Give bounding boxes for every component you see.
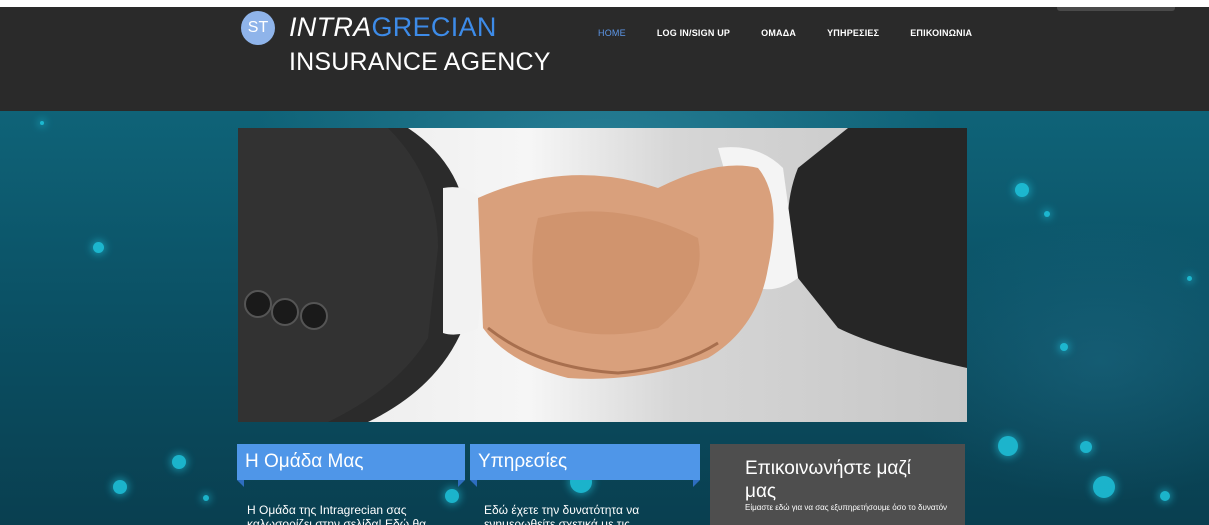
header-top-tab bbox=[1057, 7, 1175, 11]
bokeh-dot bbox=[203, 495, 209, 501]
nav-login-signup[interactable]: LOG IN/SIGN UP bbox=[657, 28, 730, 38]
nav-team[interactable]: ΟΜΑΔΑ bbox=[761, 28, 796, 38]
brand-subtitle: INSURANCE AGENCY bbox=[289, 48, 551, 76]
bokeh-dot bbox=[93, 242, 104, 253]
bokeh-dot bbox=[998, 436, 1018, 456]
card-team-text-line1: Η Ομάδα της Intragrecian σας bbox=[247, 503, 407, 517]
contact-subtitle: Είμαστε εδώ για να σας εξυπηρετήσουμε όσ… bbox=[745, 503, 948, 512]
card-services-text-line1: Εδώ έχετε την δυνατότητα να bbox=[484, 503, 640, 517]
handshake-illustration bbox=[238, 128, 967, 422]
card-team-text-line2: καλωσορίζει στην σελίδα! Εδώ θα bbox=[247, 517, 427, 525]
card-services-fold-right bbox=[693, 480, 700, 487]
card-services-title[interactable]: Υπηρεσίες bbox=[470, 444, 700, 480]
card-services-text-line2: ενημερωθείτε σχετικά με τις bbox=[484, 517, 630, 525]
bokeh-dot bbox=[172, 455, 186, 469]
nav-home[interactable]: HOME bbox=[598, 28, 626, 38]
bokeh-dot bbox=[1080, 441, 1092, 453]
bokeh-dot bbox=[445, 489, 459, 503]
brand-emphasis: INTRA bbox=[289, 12, 372, 42]
brand-rest: GRECIAN bbox=[371, 12, 497, 42]
bokeh-dot bbox=[1187, 276, 1192, 281]
site-header bbox=[0, 0, 1209, 111]
bokeh-dot bbox=[40, 121, 44, 125]
logo-badge[interactable]: ST bbox=[241, 11, 275, 45]
bokeh-dot bbox=[1160, 491, 1170, 501]
bokeh-dot bbox=[1015, 183, 1029, 197]
nav-services[interactable]: ΥΠΗΡΕΣΙΕΣ bbox=[827, 28, 879, 38]
hero-handshake-image bbox=[238, 128, 967, 422]
nav-contact[interactable]: ΕΠΙΚΟΙΝΩΝΙΑ bbox=[910, 28, 972, 38]
bokeh-dot bbox=[113, 480, 127, 494]
contact-title[interactable]: Επικοινωνήστε μαζί μας bbox=[745, 457, 945, 503]
bokeh-dot bbox=[1093, 476, 1115, 498]
card-team-fold bbox=[237, 480, 244, 487]
card-team-title[interactable]: Η Ομάδα Μας bbox=[237, 444, 465, 480]
card-services-fold bbox=[470, 480, 477, 487]
main-nav: HOME LOG IN/SIGN UP ΟΜΑΔΑ ΥΠΗΡΕΣΙΕΣ ΕΠΙΚ… bbox=[598, 28, 1003, 38]
brand-name[interactable]: INTRAGRECIAN bbox=[289, 11, 497, 43]
card-team-fold-right bbox=[458, 480, 465, 487]
bokeh-dot bbox=[1044, 211, 1050, 217]
bokeh-dot bbox=[1060, 343, 1068, 351]
